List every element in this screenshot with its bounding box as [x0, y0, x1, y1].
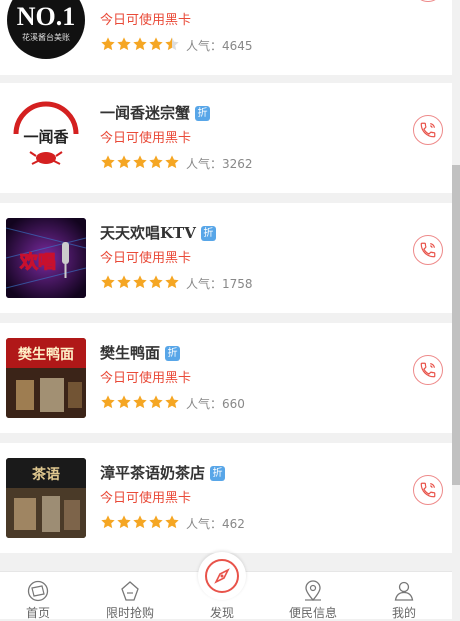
location-pin-icon: [305, 580, 321, 601]
shop-logo: 一闻香: [6, 98, 86, 178]
shop-name: 樊生鸭面折: [100, 342, 181, 363]
shop-name: 天天欢唱KTV 折: [100, 222, 216, 243]
flash-sale-icon: [121, 581, 139, 601]
shop-card[interactable]: 樊生鸭面 樊生鸭面折 今日可使用黑卡 人气：660: [0, 323, 452, 433]
tab-flash-sale[interactable]: 限时抢购: [90, 572, 170, 620]
shop-name: 一闻香迷宗蟹折: [100, 102, 211, 123]
popularity: 人气：1758: [186, 277, 253, 291]
discount-badge: 折: [210, 466, 226, 481]
compass-icon: [214, 568, 230, 584]
call-button[interactable]: [413, 115, 443, 145]
tab-utility-info[interactable]: 便民信息: [273, 572, 353, 620]
shop-card[interactable]: 欢唱 天天欢唱KTV 折 今日可使用黑卡 人气：1758: [0, 203, 452, 313]
promo-text: 今日可使用黑卡: [100, 251, 192, 266]
promo-text: 今日可使用黑卡: [100, 371, 192, 386]
shop-logo: NO.1 花溪酱台美账: [6, 0, 86, 60]
scrollbar-track[interactable]: [452, 0, 460, 618]
tab-mine[interactable]: 我的: [364, 572, 444, 620]
tab-discover[interactable]: 发现: [198, 552, 246, 620]
phone-icon: [420, 362, 436, 378]
svg-text:欢唱: 欢唱: [19, 252, 56, 273]
promo-text: 今日可使用黑卡: [100, 13, 192, 28]
svg-text:茶语: 茶语: [31, 466, 60, 483]
rating-stars: [100, 514, 180, 530]
home-icon: [27, 580, 49, 602]
phone-icon: [420, 122, 436, 138]
shop-logo: 欢唱: [6, 218, 86, 298]
discount-badge: 折: [200, 226, 216, 241]
popularity: 人气：4645: [186, 39, 253, 53]
shop-name: 漳平茶语奶茶店折: [100, 462, 226, 483]
user-icon: [394, 581, 414, 601]
svg-text:花溪酱台美账: 花溪酱台美账: [22, 32, 70, 42]
phone-icon: [420, 482, 436, 498]
rating-stars: [100, 154, 180, 170]
rating-stars: [100, 394, 180, 410]
phone-icon: [420, 242, 436, 258]
discount-badge: 折: [165, 346, 181, 361]
popularity: 人气：660: [186, 397, 245, 411]
shop-card[interactable]: NO.1 花溪酱台美账 今日可使用黑卡 人气：4645: [0, 0, 452, 75]
call-button[interactable]: [413, 235, 443, 265]
promo-text: 今日可使用黑卡: [100, 131, 192, 146]
svg-text:一闻香: 一闻香: [23, 128, 68, 146]
shop-logo: 樊生鸭面: [6, 338, 86, 418]
discount-badge: 折: [195, 106, 211, 121]
shop-card[interactable]: 一闻香 一闻香迷宗蟹折 今日可使用黑卡 人气：3262: [0, 83, 452, 193]
svg-text:樊生鸭面: 樊生鸭面: [18, 346, 74, 363]
popularity: 人气：462: [186, 517, 245, 531]
rating-stars: [100, 36, 180, 52]
call-button[interactable]: [413, 355, 443, 385]
promo-text: 今日可使用黑卡: [100, 491, 192, 506]
svg-text:NO.1: NO.1: [17, 2, 76, 31]
shop-card[interactable]: 茶语 漳平茶语奶茶店折 今日可使用黑卡 人气：462: [0, 443, 452, 553]
shop-logo: 茶语: [6, 458, 86, 538]
scrollbar-thumb[interactable]: [452, 165, 460, 485]
popularity: 人气：3262: [186, 157, 253, 171]
rating-stars: [100, 274, 180, 290]
tab-home[interactable]: 首页: [0, 572, 78, 620]
call-button[interactable]: [413, 0, 443, 2]
call-button[interactable]: [413, 475, 443, 505]
